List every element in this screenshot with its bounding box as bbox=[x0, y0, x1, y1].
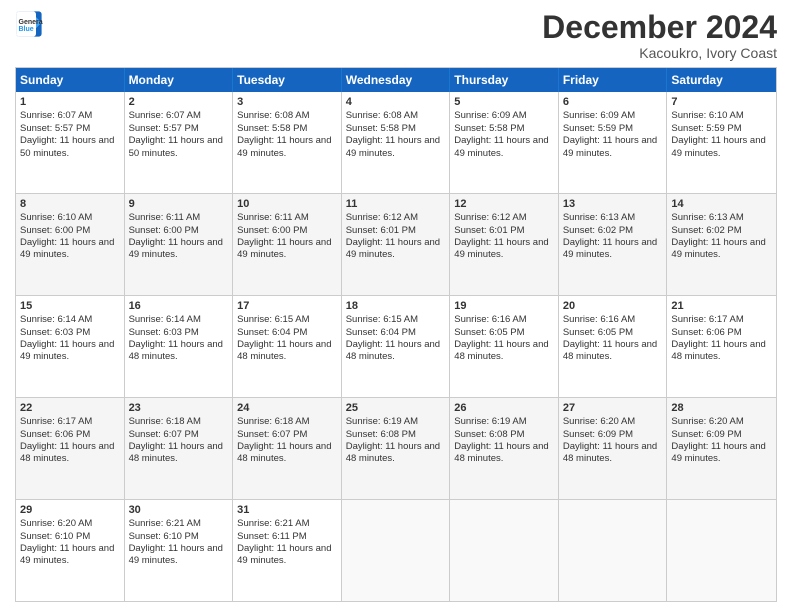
sunrise-3: Sunrise: 6:08 AM bbox=[237, 110, 309, 121]
month-title: December 2024 bbox=[542, 10, 777, 45]
daylight-3: Daylight: 11 hours and 49 minutes. bbox=[237, 135, 331, 158]
day-17: 17 Sunrise: 6:15 AM Sunset: 6:04 PM Dayl… bbox=[233, 296, 342, 397]
week-row-1: 1 Sunrise: 6:07 AM Sunset: 5:57 PM Dayli… bbox=[16, 92, 776, 193]
header-thursday: Thursday bbox=[450, 68, 559, 92]
day-27: 27 Sunrise: 6:20 AM Sunset: 6:09 PM Dayl… bbox=[559, 398, 668, 499]
day-num-2: 2 bbox=[129, 95, 229, 109]
day-num-5: 5 bbox=[454, 95, 554, 109]
empty-cell-3 bbox=[559, 500, 668, 601]
daylight-1: Daylight: 11 hours and 50 minutes. bbox=[20, 135, 114, 158]
calendar-header: Sunday Monday Tuesday Wednesday Thursday… bbox=[16, 68, 776, 92]
week-row-5: 29 Sunrise: 6:20 AM Sunset: 6:10 PM Dayl… bbox=[16, 499, 776, 601]
day-6: 6 Sunrise: 6:09 AM Sunset: 5:59 PM Dayli… bbox=[559, 92, 668, 193]
svg-text:General: General bbox=[19, 19, 44, 26]
header: General Blue December 2024 Kacoukro, Ivo… bbox=[15, 10, 777, 61]
week-row-2: 8 Sunrise: 6:10 AM Sunset: 6:00 PM Dayli… bbox=[16, 193, 776, 295]
day-5: 5 Sunrise: 6:09 AM Sunset: 5:58 PM Dayli… bbox=[450, 92, 559, 193]
header-tuesday: Tuesday bbox=[233, 68, 342, 92]
day-num-3: 3 bbox=[237, 95, 337, 109]
day-30: 30 Sunrise: 6:21 AM Sunset: 6:10 PM Dayl… bbox=[125, 500, 234, 601]
calendar-body: 1 Sunrise: 6:07 AM Sunset: 5:57 PM Dayli… bbox=[16, 92, 776, 601]
day-24: 24 Sunrise: 6:18 AM Sunset: 6:07 PM Dayl… bbox=[233, 398, 342, 499]
empty-cell-2 bbox=[450, 500, 559, 601]
week-row-4: 22 Sunrise: 6:17 AM Sunset: 6:06 PM Dayl… bbox=[16, 397, 776, 499]
logo-icon: General Blue bbox=[15, 10, 43, 38]
page: General Blue December 2024 Kacoukro, Ivo… bbox=[0, 0, 792, 612]
week-row-3: 15 Sunrise: 6:14 AM Sunset: 6:03 PM Dayl… bbox=[16, 295, 776, 397]
sunset-2: Sunset: 5:57 PM bbox=[129, 123, 199, 134]
sunset-1: Sunset: 5:57 PM bbox=[20, 123, 90, 134]
sunrise-6: Sunrise: 6:09 AM bbox=[563, 110, 635, 121]
day-8: 8 Sunrise: 6:10 AM Sunset: 6:00 PM Dayli… bbox=[16, 194, 125, 295]
daylight-5: Daylight: 11 hours and 49 minutes. bbox=[454, 135, 548, 158]
day-15: 15 Sunrise: 6:14 AM Sunset: 6:03 PM Dayl… bbox=[16, 296, 125, 397]
daylight-6: Daylight: 11 hours and 49 minutes. bbox=[563, 135, 657, 158]
location: Kacoukro, Ivory Coast bbox=[542, 45, 777, 61]
day-22: 22 Sunrise: 6:17 AM Sunset: 6:06 PM Dayl… bbox=[16, 398, 125, 499]
sunset-7: Sunset: 5:59 PM bbox=[671, 123, 741, 134]
day-13: 13 Sunrise: 6:13 AM Sunset: 6:02 PM Dayl… bbox=[559, 194, 668, 295]
day-9: 9 Sunrise: 6:11 AM Sunset: 6:00 PM Dayli… bbox=[125, 194, 234, 295]
day-20: 20 Sunrise: 6:16 AM Sunset: 6:05 PM Dayl… bbox=[559, 296, 668, 397]
title-block: December 2024 Kacoukro, Ivory Coast bbox=[542, 10, 777, 61]
day-19: 19 Sunrise: 6:16 AM Sunset: 6:05 PM Dayl… bbox=[450, 296, 559, 397]
day-28: 28 Sunrise: 6:20 AM Sunset: 6:09 PM Dayl… bbox=[667, 398, 776, 499]
sunrise-1: Sunrise: 6:07 AM bbox=[20, 110, 92, 121]
sunrise-5: Sunrise: 6:09 AM bbox=[454, 110, 526, 121]
day-18: 18 Sunrise: 6:15 AM Sunset: 6:04 PM Dayl… bbox=[342, 296, 451, 397]
day-num-4: 4 bbox=[346, 95, 446, 109]
header-sunday: Sunday bbox=[16, 68, 125, 92]
day-12: 12 Sunrise: 6:12 AM Sunset: 6:01 PM Dayl… bbox=[450, 194, 559, 295]
day-10: 10 Sunrise: 6:11 AM Sunset: 6:00 PM Dayl… bbox=[233, 194, 342, 295]
sunrise-4: Sunrise: 6:08 AM bbox=[346, 110, 418, 121]
sunrise-2: Sunrise: 6:07 AM bbox=[129, 110, 201, 121]
logo: General Blue bbox=[15, 10, 43, 38]
day-2: 2 Sunrise: 6:07 AM Sunset: 5:57 PM Dayli… bbox=[125, 92, 234, 193]
day-1: 1 Sunrise: 6:07 AM Sunset: 5:57 PM Dayli… bbox=[16, 92, 125, 193]
day-4: 4 Sunrise: 6:08 AM Sunset: 5:58 PM Dayli… bbox=[342, 92, 451, 193]
day-num-1: 1 bbox=[20, 95, 120, 109]
sunset-5: Sunset: 5:58 PM bbox=[454, 123, 524, 134]
calendar: Sunday Monday Tuesday Wednesday Thursday… bbox=[15, 67, 777, 602]
day-29: 29 Sunrise: 6:20 AM Sunset: 6:10 PM Dayl… bbox=[16, 500, 125, 601]
header-monday: Monday bbox=[125, 68, 234, 92]
day-11: 11 Sunrise: 6:12 AM Sunset: 6:01 PM Dayl… bbox=[342, 194, 451, 295]
header-wednesday: Wednesday bbox=[342, 68, 451, 92]
header-saturday: Saturday bbox=[667, 68, 776, 92]
header-friday: Friday bbox=[559, 68, 668, 92]
sunrise-7: Sunrise: 6:10 AM bbox=[671, 110, 743, 121]
day-3: 3 Sunrise: 6:08 AM Sunset: 5:58 PM Dayli… bbox=[233, 92, 342, 193]
day-7: 7 Sunrise: 6:10 AM Sunset: 5:59 PM Dayli… bbox=[667, 92, 776, 193]
day-26: 26 Sunrise: 6:19 AM Sunset: 6:08 PM Dayl… bbox=[450, 398, 559, 499]
svg-text:Blue: Blue bbox=[19, 26, 34, 33]
sunset-6: Sunset: 5:59 PM bbox=[563, 123, 633, 134]
empty-cell-1 bbox=[342, 500, 451, 601]
day-23: 23 Sunrise: 6:18 AM Sunset: 6:07 PM Dayl… bbox=[125, 398, 234, 499]
daylight-7: Daylight: 11 hours and 49 minutes. bbox=[671, 135, 765, 158]
day-16: 16 Sunrise: 6:14 AM Sunset: 6:03 PM Dayl… bbox=[125, 296, 234, 397]
sunset-4: Sunset: 5:58 PM bbox=[346, 123, 416, 134]
daylight-4: Daylight: 11 hours and 49 minutes. bbox=[346, 135, 440, 158]
day-25: 25 Sunrise: 6:19 AM Sunset: 6:08 PM Dayl… bbox=[342, 398, 451, 499]
daylight-2: Daylight: 11 hours and 50 minutes. bbox=[129, 135, 223, 158]
day-14: 14 Sunrise: 6:13 AM Sunset: 6:02 PM Dayl… bbox=[667, 194, 776, 295]
sunset-3: Sunset: 5:58 PM bbox=[237, 123, 307, 134]
empty-cell-4 bbox=[667, 500, 776, 601]
day-num-7: 7 bbox=[671, 95, 772, 109]
day-num-6: 6 bbox=[563, 95, 663, 109]
day-21: 21 Sunrise: 6:17 AM Sunset: 6:06 PM Dayl… bbox=[667, 296, 776, 397]
day-31: 31 Sunrise: 6:21 AM Sunset: 6:11 PM Dayl… bbox=[233, 500, 342, 601]
